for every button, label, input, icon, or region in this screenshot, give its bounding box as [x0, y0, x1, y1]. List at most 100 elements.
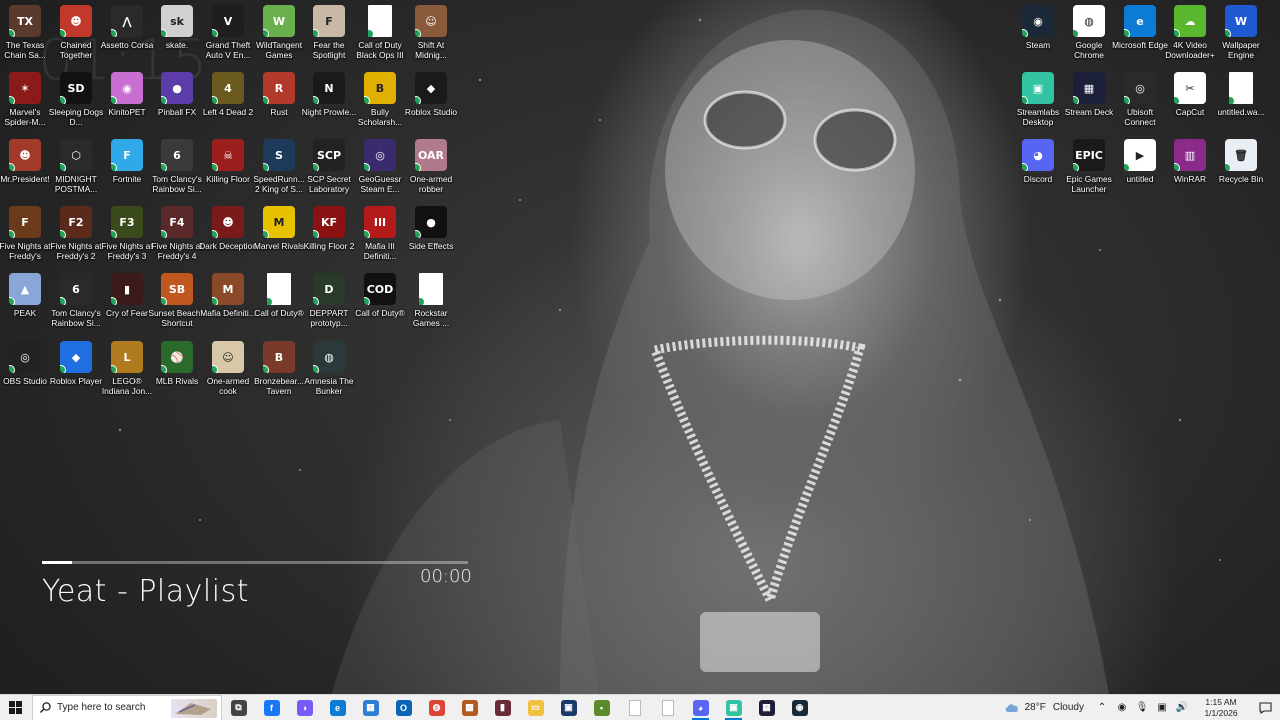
app-glyph: ◎: [1135, 81, 1145, 95]
record-icon[interactable]: ◉: [1114, 700, 1130, 716]
desktop-icon[interactable]: ◍ Amnesia The Bunker: [304, 341, 354, 407]
desktop-icon[interactable]: EPIC Epic Games Launcher: [1064, 139, 1114, 205]
desktop-icon[interactable]: F Fortnite: [102, 139, 152, 205]
notification-button[interactable]: [1250, 701, 1280, 714]
desktop-icon[interactable]: 4 Left 4 Dead 2: [203, 72, 253, 138]
sync-status-icon: [1124, 96, 1130, 104]
desktop-icon[interactable]: R Rust: [254, 72, 304, 138]
desktop-icon[interactable]: ◎ OBS Studio: [0, 341, 50, 407]
volume-icon[interactable]: 🔊: [1174, 700, 1190, 716]
desktop-icon[interactable]: ⬡ MIDNIGHT POSTMA...: [51, 139, 101, 205]
desktop-icon[interactable]: SD Sleeping Dogs D...: [49, 72, 103, 138]
desktop-icon[interactable]: ▣ Streamlabs Desktop: [1013, 72, 1063, 138]
desktop-icon[interactable]: ◎ GeoGuessr Steam E...: [355, 139, 405, 205]
desktop-icon[interactable]: F Five Nights at Freddy's: [0, 206, 51, 272]
desktop-icon[interactable]: V Grand Theft Auto V En...: [203, 5, 253, 71]
desktop-icon[interactable]: M Mafia Definiti...: [200, 273, 256, 339]
desktop-icon[interactable]: ☺ Shift At Midnig...: [406, 5, 456, 71]
taskbar-app-stream-deck[interactable]: ▦: [750, 695, 783, 720]
player-progress-bar[interactable]: [42, 561, 468, 564]
taskbar-app-cmd[interactable]: ▣: [552, 695, 585, 720]
desktop-icon[interactable]: ◍ Google Chrome: [1064, 5, 1114, 71]
desktop-icon-label: Google Chrome: [1074, 40, 1104, 60]
taskbar-clock[interactable]: 1:15 AM 1/1/2026: [1192, 697, 1250, 719]
taskbar-app-minecraft-dungeons[interactable]: ▩: [453, 695, 486, 720]
desktop-icon[interactable]: ◉ KinitoPET: [102, 72, 152, 138]
desktop-icon[interactable]: untitled.wa...: [1216, 72, 1266, 138]
desktop-icon[interactable]: F2 Five Nights at Freddy's 2: [50, 206, 102, 272]
desktop-icon[interactable]: COD Call of Duty®: [355, 273, 405, 339]
taskbar-search-box[interactable]: Type here to search: [32, 694, 222, 720]
taskbar-app-copilot[interactable]: ◑: [288, 695, 321, 720]
taskbar-app-discord[interactable]: ◕: [684, 695, 717, 720]
desktop-icon[interactable]: F3 Five Nights at Freddy's 3: [101, 206, 153, 272]
taskbar-app-streamlabs[interactable]: ▣: [717, 695, 750, 720]
desktop-icon[interactable]: ✂ CapCut: [1165, 72, 1215, 138]
desktop-icon[interactable]: Rockstar Games ...: [406, 273, 456, 339]
desktop-icon[interactable]: ▶ untitled: [1115, 139, 1165, 205]
desktop-icon[interactable]: Call of Duty Black Ops III: [355, 5, 405, 71]
desktop-icon[interactable]: III Mafia III Definiti...: [355, 206, 405, 272]
desktop-icon[interactable]: S SpeedRunn... 2 King of S...: [253, 139, 305, 205]
desktop-icon[interactable]: D DEPPART prototyp...: [304, 273, 354, 339]
taskbar-app-edge[interactable]: e: [321, 695, 354, 720]
taskbar-app-minecraft[interactable]: ▪: [585, 695, 618, 720]
desktop-icon[interactable]: M Marvel Rivals: [254, 206, 304, 272]
desktop-icon[interactable]: W WildTangent Games: [254, 5, 304, 71]
desktop-icon[interactable]: ⚾ MLB Rivals: [152, 341, 202, 407]
taskbar-app-file-explorer[interactable]: ▭: [519, 695, 552, 720]
desktop-icon[interactable]: L LEGO® Indiana Jon...: [102, 341, 152, 407]
weather-widget[interactable]: 28°F Cloudy: [1004, 702, 1092, 713]
desktop-icon[interactable]: Call of Duty®: [254, 273, 304, 339]
desktop-icon[interactable]: ◆ Roblox Studio: [405, 72, 457, 138]
desktop-icon[interactable]: F Fear the Spotlight: [304, 5, 354, 71]
desktop-icon[interactable]: KF Killing Floor 2: [304, 206, 354, 272]
desktop-icon[interactable]: ◎ Ubisoft Connect: [1115, 72, 1165, 138]
desktop-icon[interactable]: ▦ Stream Deck: [1064, 72, 1114, 138]
desktop-icon[interactable]: ◕ Discord: [1013, 139, 1063, 205]
taskbar-app-task-view[interactable]: ⧉: [222, 695, 255, 720]
chevron-up-icon[interactable]: ⌃: [1094, 700, 1110, 716]
desktop-icon[interactable]: OAR One-armed robber: [406, 139, 456, 205]
desktop-icon[interactable]: ☠ Killing Floor: [203, 139, 253, 205]
desktop-icon[interactable]: sk skate.: [152, 5, 202, 71]
desktop-icon[interactable]: F4 Five Nights at Freddy's 4: [151, 206, 203, 272]
taskbar-app-notepad-1[interactable]: [618, 695, 651, 720]
desktop-icon[interactable]: ✶ Marvel's Spider-M...: [0, 72, 50, 138]
desktop-icon[interactable]: ● Pinball FX: [152, 72, 202, 138]
taskbar-app-steam[interactable]: ◉: [783, 695, 816, 720]
taskbar-app-game-launcher[interactable]: ▮: [486, 695, 519, 720]
desktop-icon[interactable]: B Bronzebear... Tavern: [254, 341, 304, 407]
taskbar-app-chrome[interactable]: ◍: [420, 695, 453, 720]
desktop-icon[interactable]: ☺ One-armed cook: [203, 341, 253, 407]
taskbar-app-facebook[interactable]: f: [255, 695, 288, 720]
desktop-icon[interactable]: e Microsoft Edge: [1112, 5, 1168, 71]
desktop-icon[interactable]: ▲ PEAK: [0, 273, 50, 339]
desktop-icon[interactable]: W Wallpaper Engine: [1216, 5, 1266, 71]
start-button[interactable]: [0, 695, 32, 720]
desktop-icon[interactable]: ◆ Roblox Player: [50, 341, 102, 407]
microphone-icon[interactable]: 🎙: [1134, 700, 1150, 716]
desktop-icon[interactable]: ⋀ Assetto Corsa: [101, 5, 153, 71]
desktop-icon[interactable]: N Night Prowle...: [302, 72, 356, 138]
taskbar-app-outlook[interactable]: O: [387, 695, 420, 720]
app-icon: KF: [313, 206, 345, 238]
desktop-icon[interactable]: 6 Tom Clancy's Rainbow Si...: [152, 139, 202, 205]
desktop-icon[interactable]: ▥ WinRAR: [1165, 139, 1215, 205]
desktop-icon[interactable]: ☻ Dark Deception: [199, 206, 257, 272]
desktop-icon[interactable]: ◉ Steam: [1013, 5, 1063, 71]
taskbar-app-store[interactable]: ▦: [354, 695, 387, 720]
desktop-icon[interactable]: ☁ 4K Video Downloader+: [1165, 5, 1215, 71]
desktop-icon[interactable]: ☻ Mr.President!: [0, 139, 50, 205]
desktop-icon[interactable]: ☻ Chained Together: [51, 5, 101, 71]
desktop-icon[interactable]: B Bully Scholarsh...: [355, 72, 405, 138]
desktop-icon[interactable]: 🗑 Recycle Bin: [1216, 139, 1266, 205]
desktop-icon[interactable]: SB Sunset Beach - Shortcut: [148, 273, 206, 339]
desktop-icon[interactable]: ● Side Effects: [406, 206, 456, 272]
desktop-icon[interactable]: TX The Texas Chain Sa...: [0, 5, 50, 71]
desktop-icon[interactable]: 6 Tom Clancy's Rainbow Si...: [51, 273, 101, 339]
network-icon[interactable]: ▣: [1154, 700, 1170, 716]
desktop-icon[interactable]: ▮ Cry of Fear: [102, 273, 152, 339]
desktop-icon[interactable]: SCP SCP Secret Laboratory: [304, 139, 354, 205]
taskbar-app-notepad-2[interactable]: [651, 695, 684, 720]
